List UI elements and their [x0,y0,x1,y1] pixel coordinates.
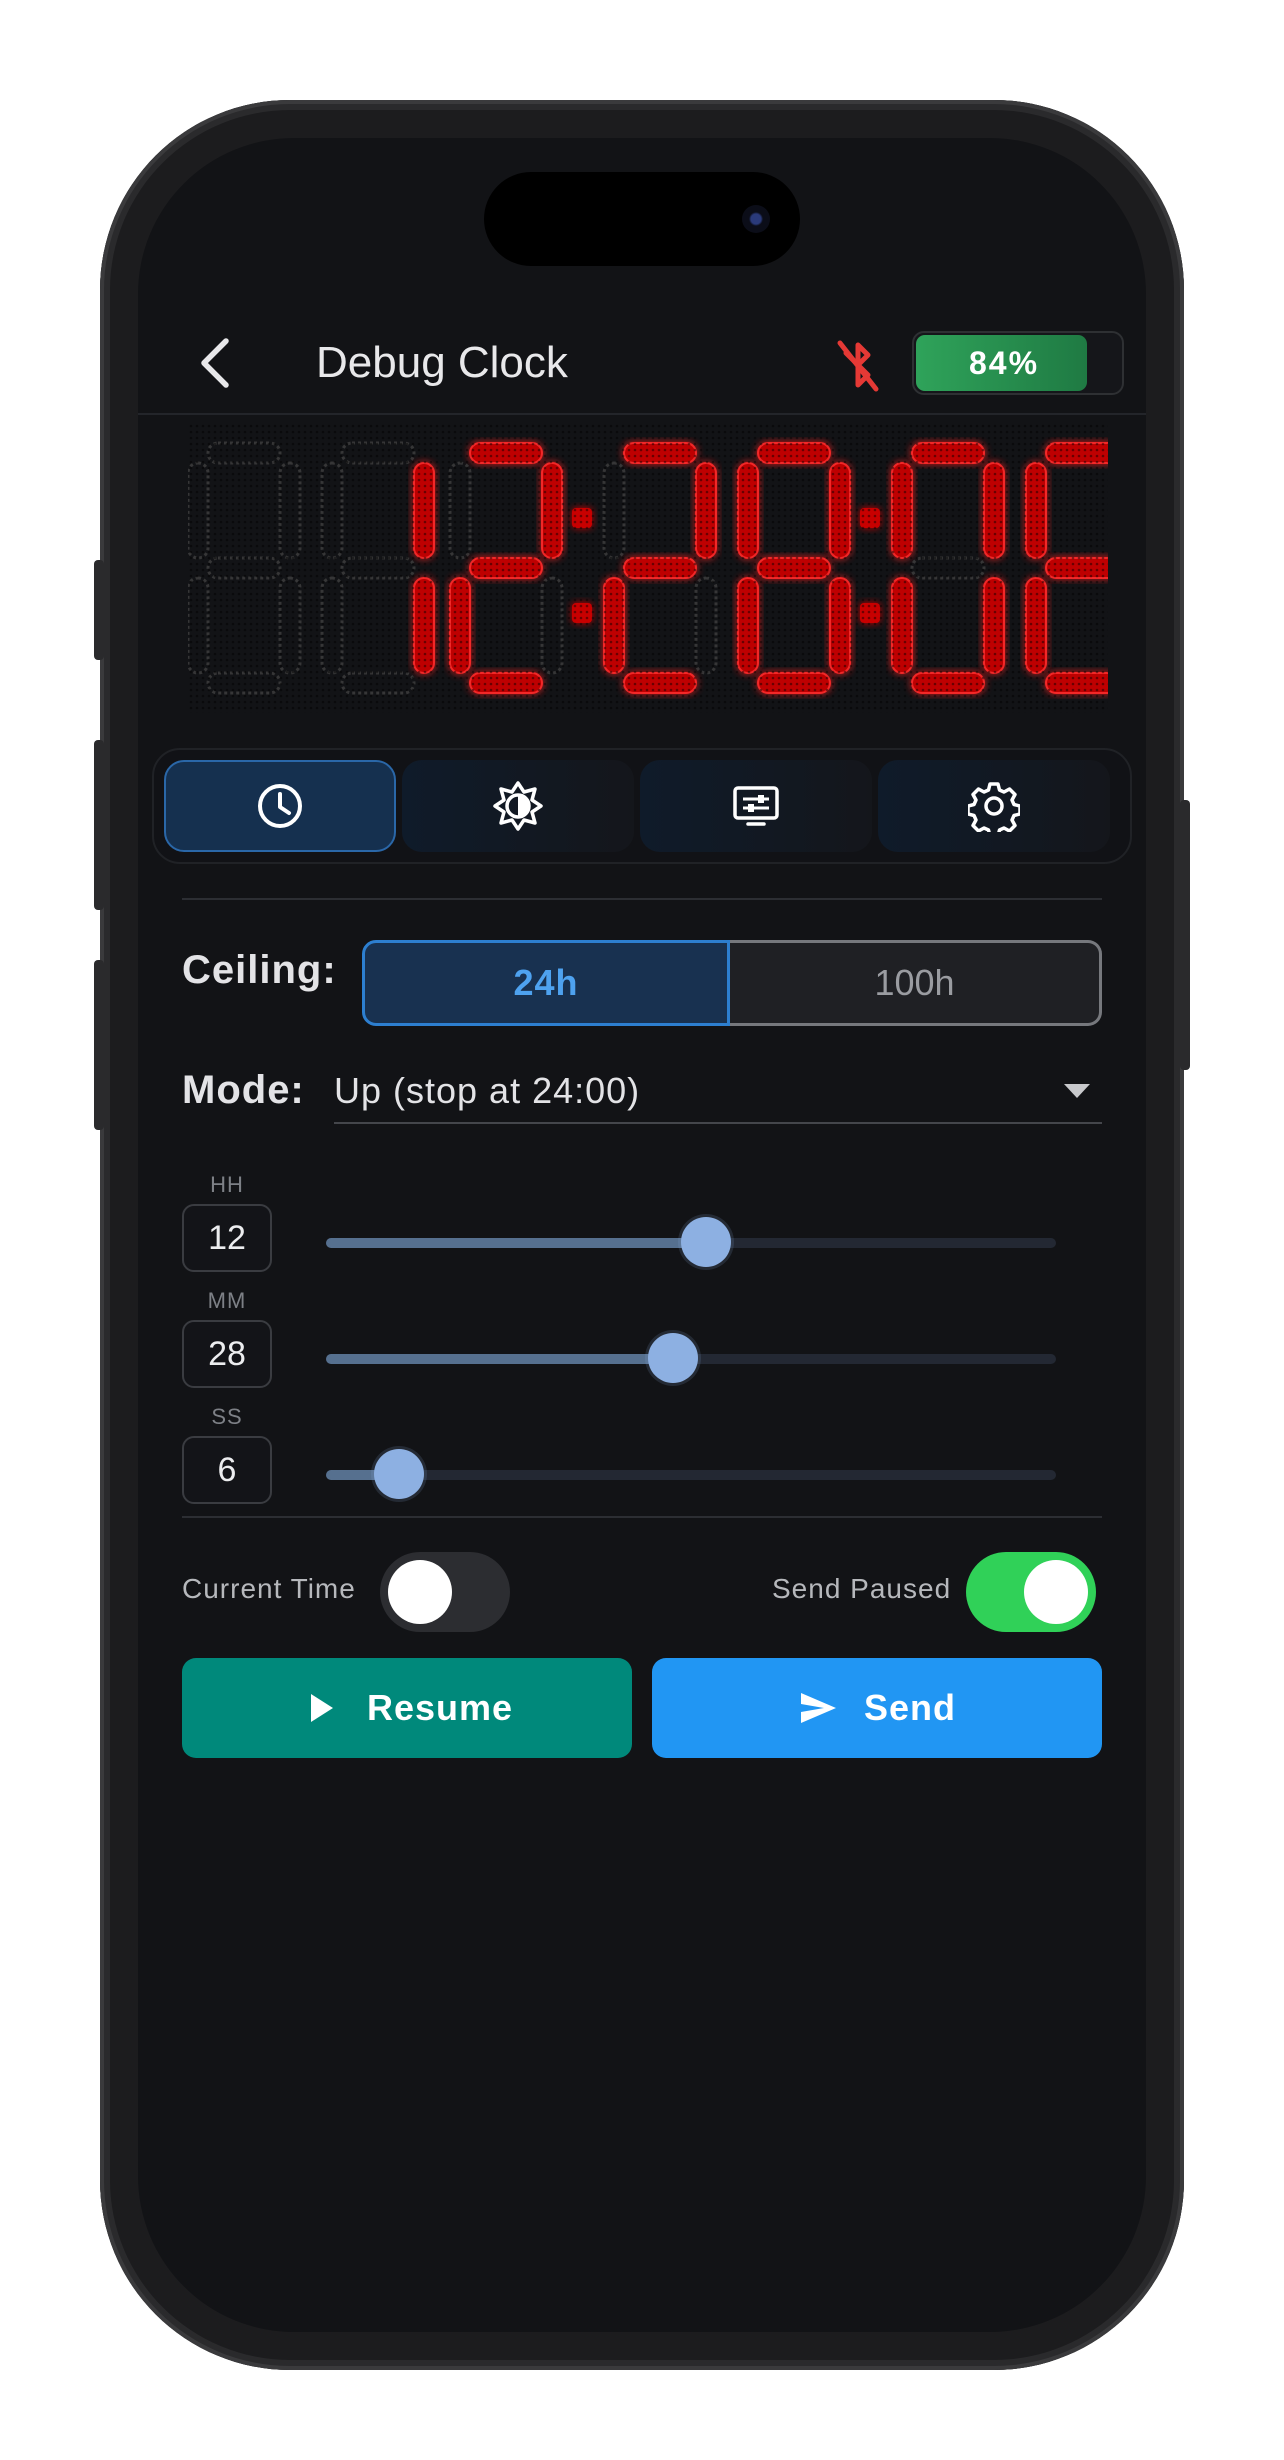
send-paused-toggle[interactable] [966,1552,1096,1632]
toggle-knob [1024,1560,1088,1624]
settings-gear-icon [968,782,1020,832]
resume-button[interactable]: Resume [182,1658,632,1758]
section-divider [182,1516,1102,1518]
battery-percent: 84% [968,345,1040,381]
ceiling-option-24h[interactable]: 24h [362,940,730,1026]
dropdown-caret-icon [1064,1084,1090,1098]
volume-up-button [94,740,104,910]
mm-slider[interactable] [326,1330,1056,1386]
ceiling-option-100h[interactable]: 100h [730,940,1102,1026]
hh-input[interactable]: 12 [182,1204,272,1272]
send-paused-label: Send Paused [772,1573,952,1604]
play-icon [310,1694,333,1722]
led-dot-matrix-overlay [188,423,1108,713]
current-time-label: Current Time [182,1573,356,1604]
app-header: Debug Clock 84% [138,313,1146,415]
phone-frame: Debug Clock 84% Ceiling: 24h 100h Mode: … [94,100,1190,2370]
clock-icon [258,784,302,828]
tab-clock[interactable] [164,760,396,852]
slider-fill [326,1354,673,1364]
app-screen: Debug Clock 84% Ceiling: 24h 100h Mode: … [138,138,1146,2332]
dynamic-island [484,172,800,266]
battery-indicator: 84% [912,331,1124,395]
display-settings-icon [733,786,779,826]
slider-track [326,1470,1056,1480]
ceiling-label: Ceiling: [182,948,337,992]
tab-settings[interactable] [878,760,1110,852]
volume-down-button [94,960,104,1130]
mm-label: MM [207,1288,247,1313]
ss-label: SS [211,1404,243,1429]
slider-thumb[interactable] [374,1449,424,1499]
mm-input[interactable]: 28 [182,1320,272,1388]
resume-label: Resume [366,1687,514,1728]
brightness-icon [493,781,543,831]
send-button[interactable]: Send [652,1658,1102,1758]
tab-brightness[interactable] [402,760,634,852]
current-time-toggle[interactable] [380,1552,510,1632]
mode-value: Up (stop at 24:00) [334,1070,641,1111]
ss-slider[interactable] [326,1446,1056,1502]
mode-dropdown[interactable]: Up (stop at 24:00) [334,1060,1102,1124]
toggle-knob [388,1560,452,1624]
tab-display-settings[interactable] [640,760,872,852]
slider-thumb[interactable] [680,1217,731,1267]
bluetooth-disabled-icon[interactable] [830,335,886,395]
action-button [94,560,104,660]
slider-thumb[interactable] [647,1333,698,1383]
slider-fill [326,1238,706,1248]
send-icon [800,1693,836,1723]
hh-label: HH [210,1172,244,1197]
mode-label: Mode: [182,1068,305,1112]
camera-icon [742,205,770,233]
ss-input[interactable]: 6 [182,1436,272,1504]
mode-tabs [152,748,1132,864]
back-arrow-icon[interactable] [194,333,238,393]
hh-slider[interactable] [326,1214,1056,1270]
send-label: Send [863,1687,956,1728]
page-title: Debug Clock [316,338,568,387]
led-clock-display [188,423,1108,713]
power-button [1180,800,1190,1070]
section-divider [182,898,1102,900]
